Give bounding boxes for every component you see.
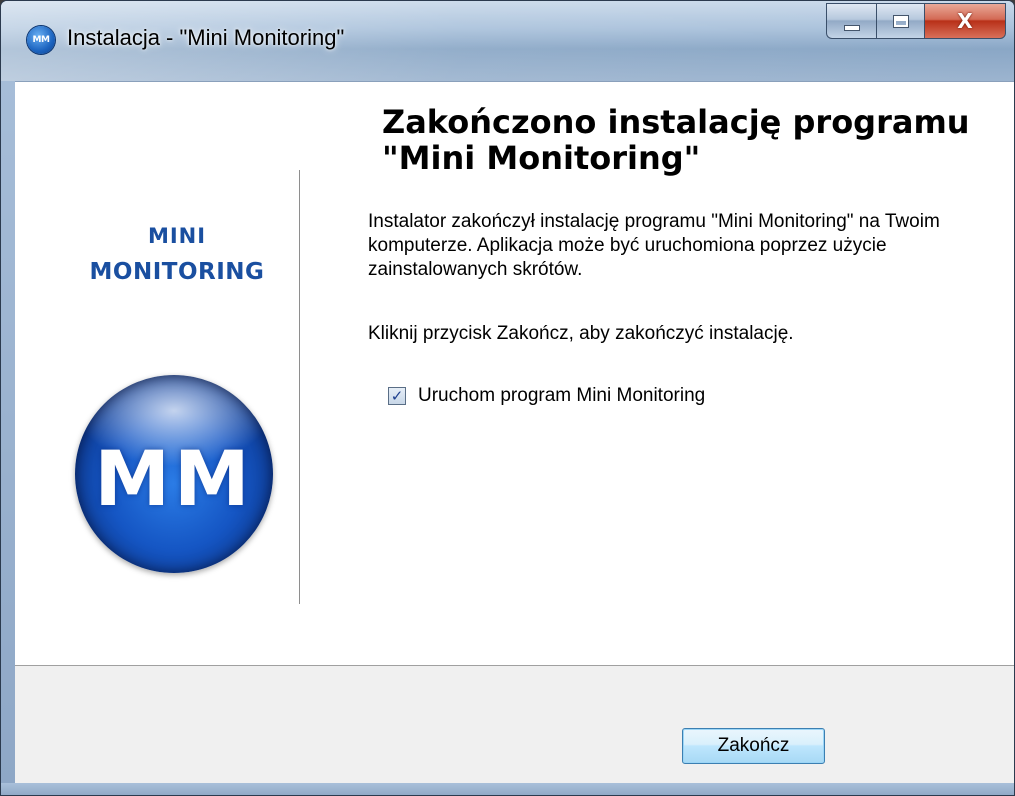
installer-window: MM Instalacja - "Mini Monitoring" X MINI… bbox=[0, 0, 1015, 796]
page-title: Zakończono instalację programu "Mini Mon… bbox=[382, 103, 970, 177]
app-icon[interactable]: MM bbox=[27, 26, 55, 54]
finish-button[interactable]: Zakończ bbox=[682, 728, 825, 764]
minimize-button[interactable] bbox=[826, 3, 876, 39]
window-title: Instalacja - "Mini Monitoring" bbox=[67, 25, 345, 50]
maximize-button[interactable] bbox=[876, 3, 924, 39]
window-frame-bottom bbox=[1, 783, 1014, 795]
logo-circle-text: MM bbox=[94, 433, 254, 523]
wizard-content: MINI MONITORING MM Zakończono instalację… bbox=[15, 81, 1014, 665]
checkmark-icon: ✓ bbox=[390, 386, 404, 405]
vertical-divider bbox=[299, 170, 300, 604]
launch-program-checkbox[interactable]: ✓ bbox=[388, 387, 406, 405]
instruction-text: Kliknij przycisk Zakończ, aby zakończyć … bbox=[368, 323, 794, 344]
logo-line-1: MINI bbox=[147, 224, 207, 248]
logo-line-2: MONITORING bbox=[89, 259, 265, 285]
minimize-icon bbox=[843, 25, 860, 31]
close-button[interactable]: X bbox=[924, 3, 1006, 39]
description-text: Instalator zakończył instalację programu… bbox=[368, 211, 940, 280]
caption-buttons: X bbox=[826, 3, 1006, 39]
wizard-footer: Zakończ bbox=[15, 665, 1014, 784]
close-icon: X bbox=[957, 9, 973, 33]
title-bar[interactable]: MM Instalacja - "Mini Monitoring" X bbox=[1, 1, 1014, 81]
window-frame-left bbox=[1, 81, 15, 783]
launch-program-label: Uruchom program Mini Monitoring bbox=[418, 385, 706, 406]
product-logo-text: MINI MONITORING bbox=[57, 218, 297, 290]
maximize-icon bbox=[892, 14, 909, 28]
launch-program-option[interactable]: ✓ Uruchom program Mini Monitoring bbox=[388, 385, 705, 407]
product-logo-icon: MM bbox=[75, 375, 273, 573]
